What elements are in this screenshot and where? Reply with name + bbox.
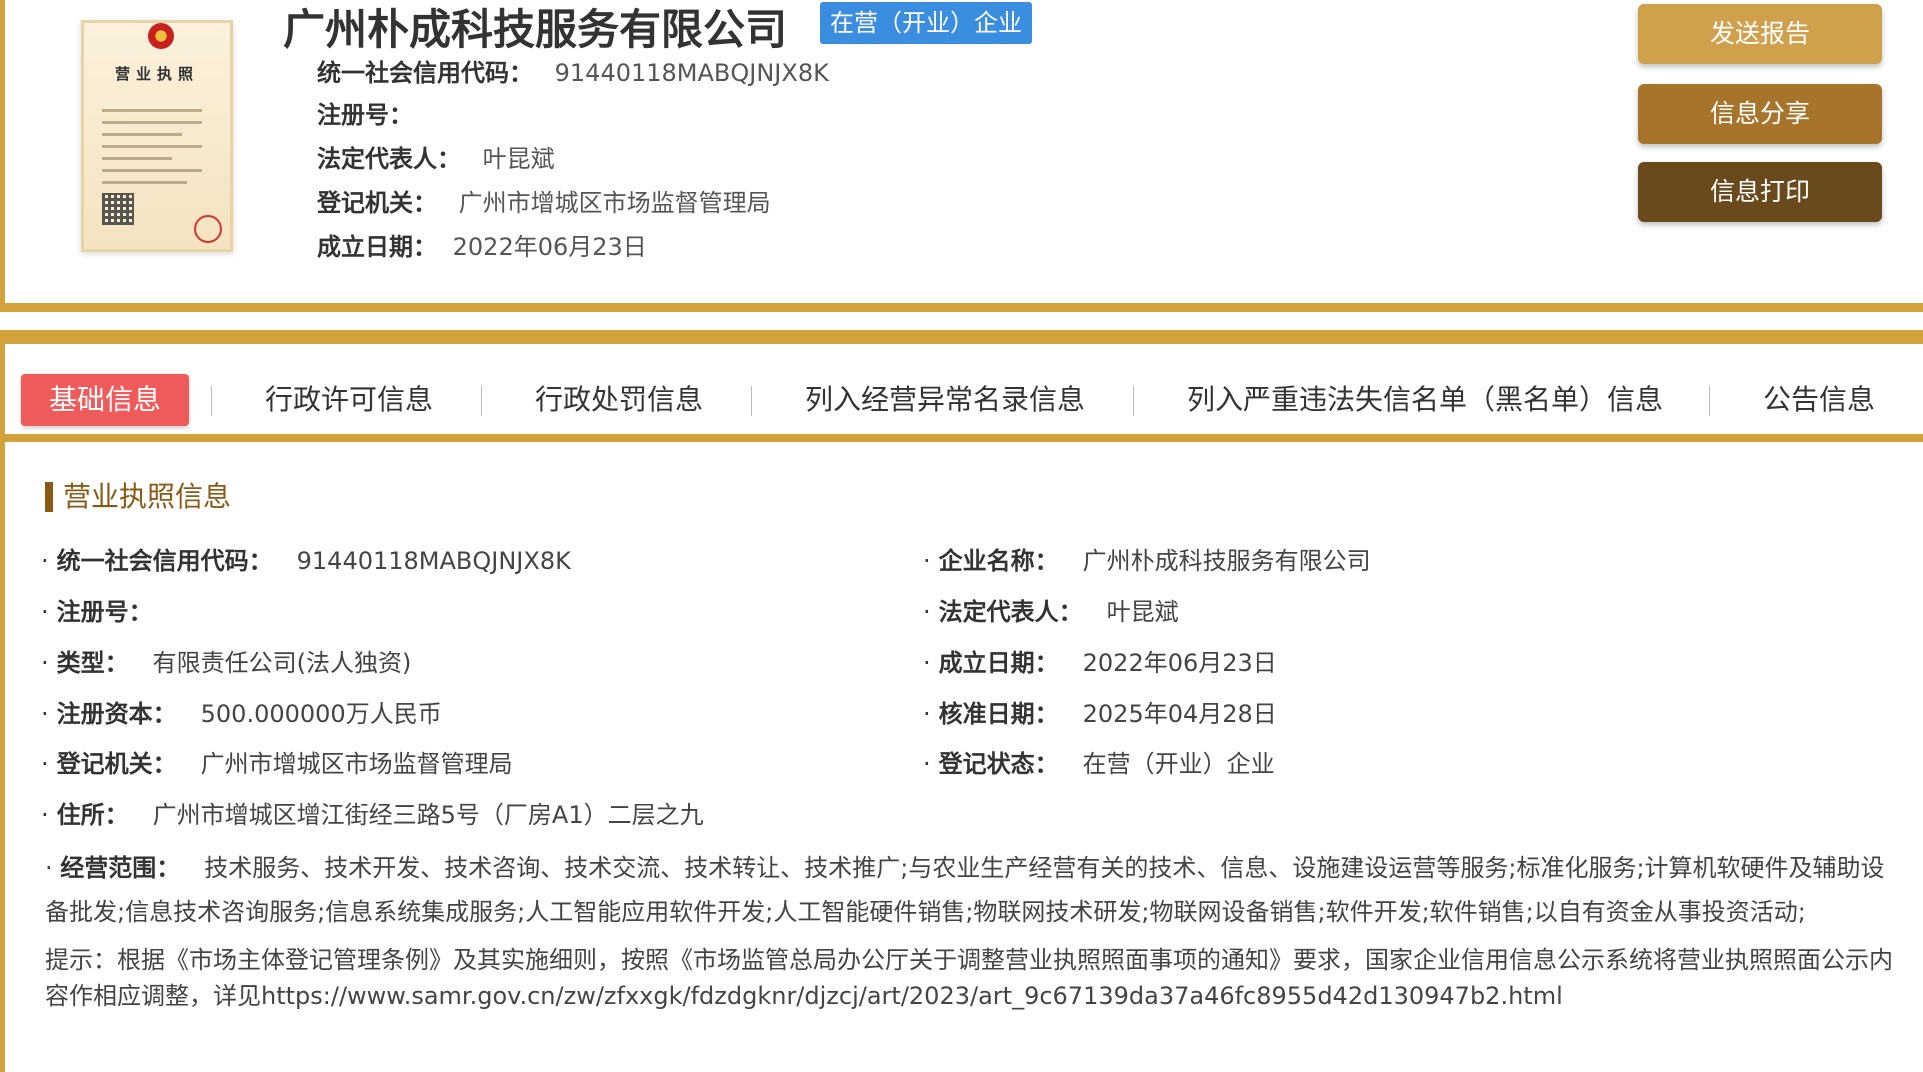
qr-code-icon: [102, 193, 134, 225]
tab-divider: [1133, 386, 1134, 416]
field-label: 企业名称：: [938, 547, 1059, 575]
tab-divider: [1709, 386, 1710, 416]
field-company-type: · 类型： 有限责任公司(法人独资): [41, 649, 412, 677]
field-label: 住所：: [56, 801, 129, 829]
field-label: 注册号：: [56, 598, 153, 626]
field-founded-date: · 成立日期： 2022年06月23日: [923, 649, 1277, 677]
field-label: 登记状态：: [938, 750, 1059, 778]
field-value: 2025年04月28日: [1082, 700, 1277, 728]
license-text-lines: [102, 109, 202, 193]
field-approval-date: · 核准日期： 2025年04月28日: [923, 700, 1277, 728]
field-credit-code: · 统一社会信用代码： 91440118MABQJNJX8K: [41, 547, 571, 575]
field-label: 统一社会信用代码：: [56, 547, 273, 575]
section-title: 营业执照信息: [45, 482, 231, 512]
field-registration-authority: · 登记机关： 广州市增城区市场监督管理局: [41, 750, 513, 778]
field-label: 法定代表人：: [938, 598, 1083, 626]
field-value: 2022年06月23日: [1082, 649, 1277, 677]
info-tabs-bar: 基础信息 行政许可信息 行政处罚信息 列入经营异常名录信息 列入严重违法失信名单…: [0, 330, 1923, 442]
tab-divider: [211, 386, 212, 416]
header-field-value: 叶昆斌: [482, 145, 555, 173]
tab-admin-penalty[interactable]: 行政处罚信息: [535, 374, 703, 426]
status-badge: 在营（开业）企业: [820, 2, 1032, 44]
field-registered-capital: · 注册资本： 500.000000万人民币: [41, 700, 442, 728]
field-business-scope: · 经营范围： 技术服务、技术开发、技术咨询、技术交流、技术转让、技术推广;与农业…: [45, 854, 1885, 926]
tab-abnormal-operation[interactable]: 列入经营异常名录信息: [805, 374, 1085, 426]
header-credit-code-row: 统一社会信用代码： 91440118MABQJNJX8K: [317, 56, 829, 90]
header-field-value: 2022年06月23日: [452, 233, 647, 261]
notice-text: 提示：根据《市场主体登记管理条例》及其实施细则，按照《市场监管总局办公厅关于调整…: [45, 946, 1893, 1010]
field-reg-number: · 注册号：: [41, 598, 153, 626]
header-reg-number-row: 注册号：: [317, 98, 413, 132]
field-address: · 住所： 广州市增城区增江街经三路5号（厂房A1）二层之九: [41, 801, 704, 829]
field-value: 在营（开业）企业: [1082, 750, 1275, 778]
field-value: 有限责任公司(法人独资): [152, 649, 412, 677]
business-license-thumbnail[interactable]: 营业执照: [81, 20, 233, 252]
tab-blacklist[interactable]: 列入严重违法失信名单（黑名单）信息: [1187, 374, 1663, 426]
field-value: 广州朴成科技服务有限公司: [1082, 547, 1371, 575]
print-info-button[interactable]: 信息打印: [1638, 162, 1882, 222]
company-header-card: 营业执照 广州朴成科技服务有限公司 在营（开业）企业 统一社会信用代码： 914…: [0, 0, 1923, 312]
tab-divider: [481, 386, 482, 416]
field-value: 广州市增城区增江街经三路5号（厂房A1）二层之九: [152, 801, 704, 829]
field-value: 技术服务、技术开发、技术咨询、技术交流、技术转让、技术推广;与农业生产经营有关的…: [45, 854, 1885, 926]
header-legal-rep-row: 法定代表人： 叶昆斌: [317, 142, 555, 176]
header-field-label: 注册号：: [317, 101, 413, 129]
header-founded-row: 成立日期： 2022年06月23日: [317, 230, 647, 264]
field-label: 注册资本：: [56, 700, 177, 728]
field-company-name: · 企业名称： 广州朴成科技服务有限公司: [923, 547, 1371, 575]
tab-announcements[interactable]: 公告信息: [1763, 374, 1875, 426]
field-label: 类型：: [56, 649, 129, 677]
header-field-value: 广州市增城区市场监督管理局: [458, 189, 771, 217]
field-label: 成立日期：: [938, 649, 1059, 677]
field-label: 经营范围：: [60, 854, 181, 882]
field-value: 91440118MABQJNJX8K: [296, 547, 571, 575]
header-field-label: 登记机关：: [317, 189, 437, 217]
field-label: 登记机关：: [56, 750, 177, 778]
field-legal-representative: · 法定代表人： 叶昆斌: [923, 598, 1179, 626]
tab-divider: [751, 386, 752, 416]
field-registration-status: · 登记状态： 在营（开业）企业: [923, 750, 1275, 778]
official-seal-icon: [194, 215, 222, 243]
header-field-label: 成立日期：: [317, 233, 437, 261]
field-value: 500.000000万人民币: [200, 700, 442, 728]
license-info-section: 营业执照信息 · 统一社会信用代码： 91440118MABQJNJX8K · 注册号…: [0, 442, 1923, 1072]
company-name-title: 广州朴成科技服务有限公司: [283, 5, 788, 54]
license-thumb-title: 营业执照: [114, 65, 199, 83]
tab-basic-info[interactable]: 基础信息: [21, 374, 190, 426]
field-value: 广州市增城区市场监督管理局: [200, 750, 513, 778]
header-authority-row: 登记机关： 广州市增城区市场监督管理局: [317, 186, 771, 220]
header-field-label: 法定代表人：: [317, 145, 461, 173]
tab-admin-license[interactable]: 行政许可信息: [265, 374, 433, 426]
field-label: 核准日期：: [938, 700, 1059, 728]
national-emblem-icon: [148, 23, 174, 49]
header-field-label: 统一社会信用代码：: [317, 59, 533, 87]
send-report-button[interactable]: 发送报告: [1638, 4, 1882, 64]
field-value: 叶昆斌: [1106, 598, 1179, 626]
header-field-value: 91440118MABQJNJX8K: [554, 59, 829, 87]
share-info-button[interactable]: 信息分享: [1638, 84, 1882, 144]
